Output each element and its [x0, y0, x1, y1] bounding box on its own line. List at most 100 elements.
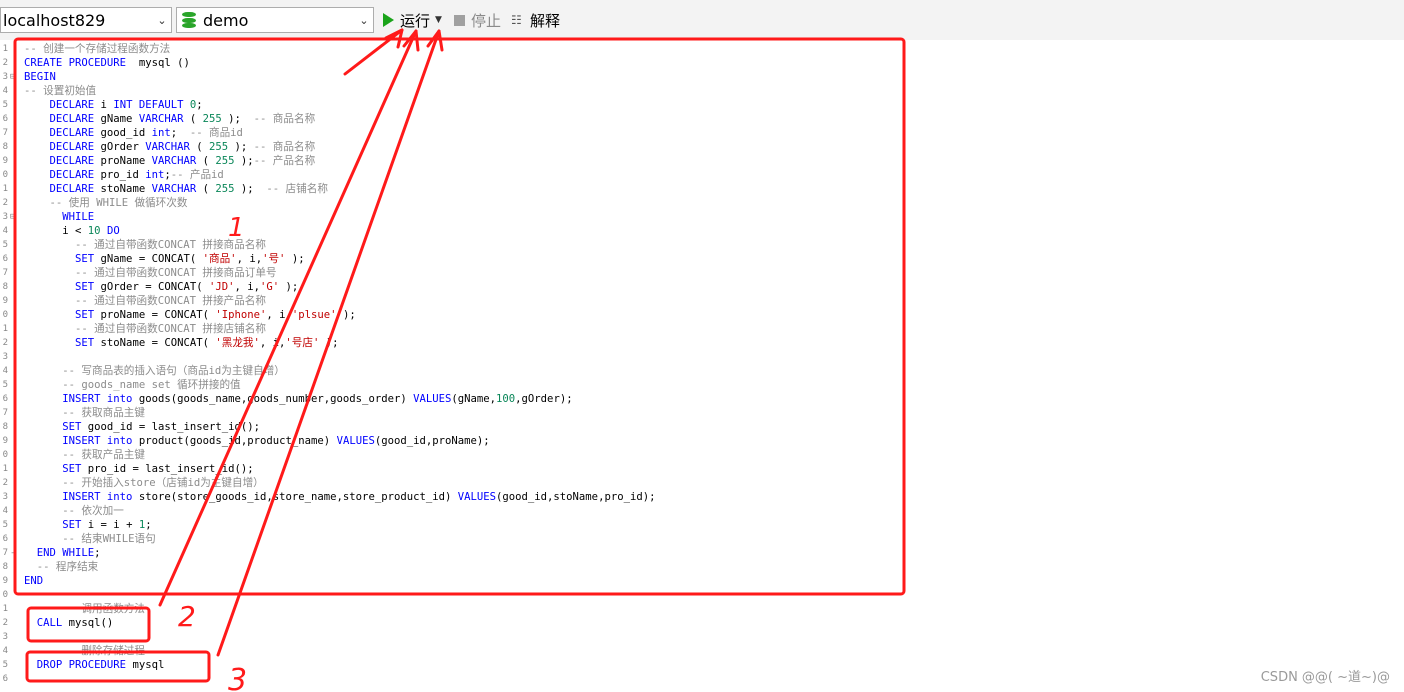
- line-number: 0: [2, 450, 8, 460]
- code-text: BEGIN: [24, 70, 56, 84]
- code-line[interactable]: 2 SET stoName = CONCAT( '黑龙我', i,'号店' );: [0, 336, 1400, 350]
- code-line[interactable]: 7- END WHILE;: [0, 546, 1400, 560]
- explain-button[interactable]: ☷ 解释: [511, 10, 560, 30]
- code-line[interactable]: 0 SET proName = CONCAT( 'Iphone', i,'pls…: [0, 308, 1400, 322]
- sql-text: );: [319, 337, 339, 349]
- chevron-down-icon[interactable]: ⌄: [153, 14, 171, 27]
- line-number: 1: [2, 604, 8, 614]
- code-line[interactable]: 6 INSERT into goods(goods_name,goods_num…: [0, 392, 1400, 406]
- code-line[interactable]: 0 -- 获取产品主键: [0, 448, 1400, 462]
- code-line[interactable]: 8 SET good_id = last_insert_id();: [0, 420, 1400, 434]
- code-line[interactable]: 2 -- 开始插入store（店铺id为主键自增）: [0, 476, 1400, 490]
- run-dropdown-caret-icon[interactable]: ▼: [435, 15, 442, 25]
- line-number: 5: [2, 520, 8, 530]
- code-line[interactable]: 4 -- 删除存储过程: [0, 644, 1400, 658]
- sql-text: ;: [94, 547, 101, 559]
- sql-string: 'plsue': [291, 309, 337, 321]
- code-line[interactable]: 3: [0, 630, 1400, 644]
- code-line[interactable]: 3 INSERT into store(store_goods_id,store…: [0, 490, 1400, 504]
- sql-keyword: SET: [75, 281, 95, 293]
- sql-keyword: WHILE: [62, 211, 95, 223]
- sql-comment: -- 依次加一: [62, 505, 124, 517]
- code-line[interactable]: 4 -- 依次加一: [0, 504, 1400, 518]
- sql-text: product(goods_id,product_name): [132, 435, 337, 447]
- code-line[interactable]: 3: [0, 350, 1400, 364]
- code-line[interactable]: 8 SET gOrder = CONCAT( 'JD', i,'G' );: [0, 280, 1400, 294]
- code-line[interactable]: 2 -- 使用 WHILE 做循环次数: [0, 196, 1400, 210]
- code-line[interactable]: 5 DROP PROCEDURE mysql: [0, 658, 1400, 672]
- sql-text: (good_id,stoName,pro_id);: [496, 491, 656, 503]
- sql-string: '号店': [285, 337, 320, 349]
- code-line[interactable]: 8 DECLARE gOrder VARCHAR ( 255 ); -- 商品名…: [0, 140, 1400, 154]
- code-line[interactable]: 6 -- 结束WHILE语句: [0, 532, 1400, 546]
- database-select[interactable]: demo ⌄: [176, 7, 374, 33]
- sql-comment: -- 调用函数方法: [62, 603, 145, 615]
- code-text: -- 开始插入store（店铺id为主键自增）: [24, 476, 264, 490]
- code-line[interactable]: 1 SET pro_id = last_insert_id();: [0, 462, 1400, 476]
- code-line[interactable]: 7 -- 获取商品主键: [0, 406, 1400, 420]
- code-line[interactable]: 7 -- 通过自带函数CONCAT 拼接商品订单号: [0, 266, 1400, 280]
- code-line[interactable]: 9 DECLARE proName VARCHAR ( 255 );-- 产品名…: [0, 154, 1400, 168]
- sql-keyword: DECLARE: [49, 99, 95, 111]
- code-line[interactable]: 2 CREATE PROCEDURE mysql (): [0, 56, 1400, 70]
- sql-comment: -- 创建一个存储过程函数方法: [24, 43, 171, 55]
- code-line[interactable]: 9 -- 通过自带函数CONCAT 拼接产品名称: [0, 294, 1400, 308]
- code-line[interactable]: 1 -- 调用函数方法: [0, 602, 1400, 616]
- code-line[interactable]: 8 -- 程序结束: [0, 560, 1400, 574]
- code-line[interactable]: 2 CALL mysql(): [0, 616, 1400, 630]
- chevron-down-icon[interactable]: ⌄: [355, 14, 373, 27]
- fold-toggle-icon[interactable]: ⊟: [10, 210, 19, 224]
- code-line[interactable]: 3 ⊟ WHILE: [0, 210, 1400, 224]
- code-line[interactable]: 4 -- 设置初始值: [0, 84, 1400, 98]
- fold-toggle-icon[interactable]: ⊟: [10, 70, 19, 84]
- code-line[interactable]: 4 i < 10 DO: [0, 224, 1400, 238]
- code-line[interactable]: 4 -- 写商品表的插入语句（商品id为主键自增）: [0, 364, 1400, 378]
- line-number: 5: [2, 660, 8, 670]
- code-line[interactable]: 0 DECLARE pro_id int;-- 产品id: [0, 168, 1400, 182]
- sql-text: gName: [94, 113, 139, 125]
- line-number: 4: [2, 646, 8, 656]
- code-line[interactable]: 5 -- 通过自带函数CONCAT 拼接商品名称: [0, 238, 1400, 252]
- code-line[interactable]: 3 ⊟ BEGIN: [0, 70, 1400, 84]
- line-number: 0: [2, 170, 8, 180]
- code-line[interactable]: 1 -- 创建一个存储过程函数方法: [0, 42, 1400, 56]
- sql-text: ,gOrder);: [515, 393, 573, 405]
- sql-text: );: [228, 141, 254, 153]
- code-line[interactable]: 1 DECLARE stoName VARCHAR ( 255 ); -- 店铺…: [0, 182, 1400, 196]
- code-line[interactable]: 5 DECLARE i INT DEFAULT 0;: [0, 98, 1400, 112]
- fold-toggle-icon[interactable]: -: [10, 546, 19, 560]
- sql-text: goods(goods_name,goods_number,goods_orde…: [132, 393, 414, 405]
- sql-number: 255: [209, 141, 229, 153]
- code-text: -- 使用 WHILE 做循环次数: [24, 196, 188, 210]
- sql-keyword: SET: [75, 337, 95, 349]
- connection-select[interactable]: localhost829 ⌄: [0, 7, 172, 33]
- code-line[interactable]: 5 -- goods_name set 循环拼接的值: [0, 378, 1400, 392]
- code-line[interactable]: 0: [0, 588, 1400, 602]
- run-button[interactable]: 运行 ▼: [383, 10, 442, 30]
- sql-text: ;: [196, 99, 203, 111]
- code-text: CREATE PROCEDURE mysql (): [24, 56, 190, 70]
- code-line[interactable]: 5 SET i = i + 1;: [0, 518, 1400, 532]
- code-line[interactable]: 6: [0, 672, 1400, 686]
- sql-text: stoName: [94, 183, 152, 195]
- code-line[interactable]: 9 INSERT into product(goods_id,product_n…: [0, 434, 1400, 448]
- sql-keyword: VALUES: [336, 435, 375, 447]
- code-line[interactable]: 6 DECLARE gName VARCHAR ( 255 ); -- 商品名称: [0, 112, 1400, 126]
- line-number: 5: [2, 240, 8, 250]
- code-line[interactable]: 7 DECLARE good_id int; -- 商品id: [0, 126, 1400, 140]
- sql-text: stoName = CONCAT(: [94, 337, 216, 349]
- sql-editor[interactable]: 1 -- 创建一个存储过程函数方法 2 CREATE PROCEDURE mysql …: [0, 42, 1404, 692]
- sql-keyword: DO: [106, 225, 120, 237]
- code-text: END: [24, 574, 43, 588]
- code-line[interactable]: 6 SET gName = CONCAT( '商品', i,'号' );: [0, 252, 1400, 266]
- code-line[interactable]: 9 END: [0, 574, 1400, 588]
- code-line[interactable]: 1 -- 通过自带函数CONCAT 拼接店铺名称: [0, 322, 1400, 336]
- stop-button[interactable]: 停止: [454, 10, 501, 30]
